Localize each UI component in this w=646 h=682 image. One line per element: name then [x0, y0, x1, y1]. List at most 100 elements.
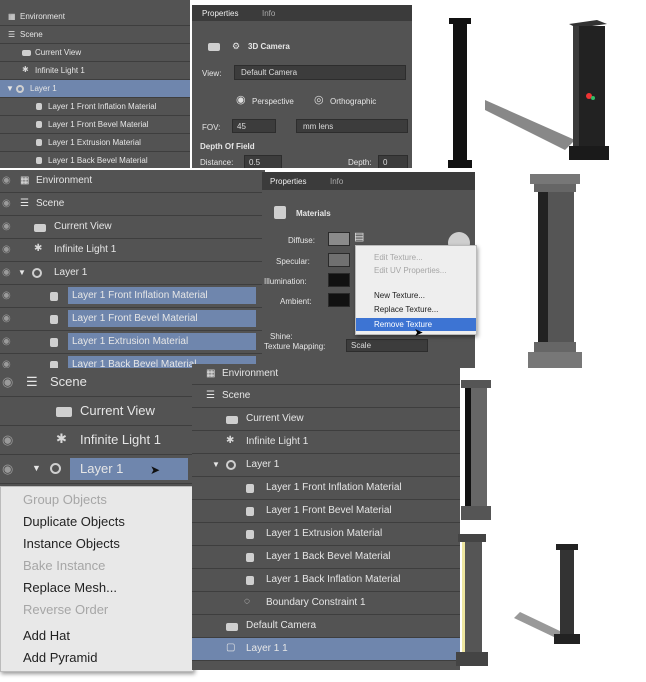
layer-row-material[interactable]: Layer 1 Extrusion Material: [0, 134, 190, 152]
layer-row-scene[interactable]: ◉ ☰ Scene: [0, 193, 265, 216]
chevron-down-icon[interactable]: ▼: [212, 460, 220, 469]
gear-icon[interactable]: ⚙: [232, 41, 240, 52]
menu-item-replace-texture[interactable]: Replace Texture...: [356, 304, 476, 316]
layer-row-material[interactable]: Layer 1 Front Bevel Material: [192, 500, 460, 523]
menu-item-edit-uv[interactable]: Edit UV Properties...: [356, 265, 476, 277]
pillar-preview-2: [485, 18, 615, 168]
menu-item-group-objects[interactable]: Group Objects: [1, 489, 193, 511]
layer-row-current-view[interactable]: Current View: [0, 44, 190, 62]
layer-row-material[interactable]: Layer 1 Front Inflation Material: [192, 477, 460, 500]
perspective-option[interactable]: Perspective: [252, 97, 294, 106]
tab-info[interactable]: Info: [262, 9, 275, 18]
light-icon: ✱: [226, 435, 235, 446]
layer-row-infinite-light[interactable]: ◉ ✱ Infinite Light 1: [0, 239, 265, 262]
eye-icon[interactable]: ◉: [2, 175, 11, 186]
distance-field[interactable]: 0.5: [244, 155, 282, 168]
chevron-down-icon[interactable]: ▼: [32, 463, 41, 473]
menu-item-label: Instance Objects: [23, 536, 120, 551]
environment-icon: ▦: [8, 12, 16, 21]
view-select[interactable]: Default Camera: [234, 65, 406, 80]
layer-row-default-camera[interactable]: Default Camera: [192, 615, 460, 638]
pillar-graphic: [528, 174, 582, 368]
diffuse-color-swatch[interactable]: [328, 232, 350, 246]
layer-row-material[interactable]: ◉ Layer 1 Extrusion Material: [0, 331, 265, 354]
layer-row-environment[interactable]: ▦ Environment: [192, 364, 460, 385]
menu-item-duplicate-objects[interactable]: Duplicate Objects: [1, 511, 193, 533]
eye-icon[interactable]: ◉: [2, 198, 11, 209]
layer-row-layer-1[interactable]: ◉ ▼ Layer 1 ➤: [0, 455, 192, 484]
material-icon: [50, 292, 58, 301]
menu-item-new-texture[interactable]: New Texture...: [356, 290, 476, 302]
menu-item-add-pyramid[interactable]: Add Pyramid: [1, 647, 193, 669]
eye-icon[interactable]: ◉: [2, 290, 11, 301]
layers-panel-1: ▦ Environment ☰ Scene Current View ✱ Inf…: [0, 0, 190, 168]
layer-row-environment[interactable]: ◉ ▦ Environment: [0, 170, 265, 193]
chevron-down-icon[interactable]: ▼: [18, 268, 26, 277]
scene-icon: ☰: [26, 374, 38, 389]
chevron-down-icon[interactable]: ▼: [6, 84, 14, 93]
specular-color-swatch[interactable]: [328, 253, 350, 267]
eye-icon[interactable]: ◉: [2, 221, 11, 232]
fov-field[interactable]: 45: [232, 119, 276, 133]
layer-row-layer-1-1[interactable]: ▢ Layer 1 1: [192, 638, 460, 661]
menu-item-edit-texture[interactable]: Edit Texture...: [356, 252, 476, 264]
lens-select[interactable]: mm lens: [296, 119, 408, 133]
menu-item-label: Replace Texture...: [374, 305, 439, 314]
layer-label: Layer 1 Extrusion Material: [48, 138, 141, 147]
eye-icon[interactable]: ◉: [2, 461, 13, 477]
layer-row-material[interactable]: ◉ Layer 1 Front Bevel Material: [0, 308, 265, 331]
layer-row-material[interactable]: Layer 1 Back Inflation Material: [192, 569, 460, 592]
ambient-color-swatch[interactable]: [328, 293, 350, 307]
layer-row-material[interactable]: Layer 1 Front Bevel Material: [0, 116, 190, 134]
mesh-icon: [50, 463, 61, 474]
eye-icon[interactable]: ◉: [2, 432, 13, 448]
layer-row-material[interactable]: Layer 1 Extrusion Material: [192, 523, 460, 546]
layer-row-current-view[interactable]: Current View: [192, 408, 460, 431]
menu-item-instance-objects[interactable]: Instance Objects: [1, 533, 193, 555]
texture-menu-icon[interactable]: ▤: [354, 230, 364, 243]
layer-row-boundary-constraint[interactable]: ◌ Boundary Constraint 1: [192, 592, 460, 615]
illumination-label: Illumination:: [264, 277, 307, 286]
eye-icon[interactable]: ◉: [2, 336, 11, 347]
layer-row-material[interactable]: ◉ Layer 1 Front Inflation Material: [0, 285, 265, 308]
layer-row-material[interactable]: Layer 1 Back Bevel Material: [0, 152, 190, 168]
pillar-graphic: [448, 18, 472, 168]
layer-label: Layer 1 Back Bevel Material: [266, 551, 391, 562]
layer-row-layer-1[interactable]: ▼ Layer 1: [0, 80, 190, 98]
depth-field[interactable]: 0: [378, 155, 408, 168]
orthographic-option[interactable]: Orthographic: [330, 97, 376, 106]
layer-row-current-view[interactable]: ◉ Current View: [0, 216, 265, 239]
layer-row-infinite-light[interactable]: ✱ Infinite Light 1: [0, 62, 190, 80]
layer-row-current-view[interactable]: Current View: [0, 397, 192, 426]
layer-label: Scene: [222, 390, 251, 401]
layer-row-scene[interactable]: ☰ Scene: [0, 26, 190, 44]
layer-row-environment[interactable]: ▦ Environment: [0, 8, 190, 26]
layer-row-material[interactable]: Layer 1 Back Bevel Material: [192, 546, 460, 569]
menu-item-replace-mesh[interactable]: Replace Mesh...: [1, 577, 193, 599]
layer-row-layer-1[interactable]: ▼ Layer 1: [192, 454, 460, 477]
menu-item-reverse-order[interactable]: Reverse Order: [1, 599, 193, 621]
eye-icon[interactable]: ◉: [2, 267, 11, 278]
tab-properties[interactable]: Properties: [270, 177, 306, 186]
tab-info[interactable]: Info: [330, 177, 343, 186]
layer-row-infinite-light[interactable]: ✱ Infinite Light 1: [192, 431, 460, 454]
layer-row-infinite-light[interactable]: ◉ ✱ Infinite Light 1: [0, 426, 192, 455]
panel-title: 3D Camera: [248, 42, 290, 51]
menu-item-add-hat[interactable]: Add Hat: [1, 625, 193, 647]
eye-icon[interactable]: ◉: [2, 244, 11, 255]
eye-icon[interactable]: ◉: [2, 374, 13, 390]
layer-row-layer-1[interactable]: ◉ ▼ Layer 1: [0, 262, 265, 285]
tab-properties[interactable]: Properties: [202, 9, 238, 18]
layer-row-scene[interactable]: ◉ ☰ Scene: [0, 368, 192, 397]
illumination-color-swatch[interactable]: [328, 273, 350, 287]
camera-icon: [22, 50, 31, 56]
orthographic-icon[interactable]: ◎: [314, 93, 324, 106]
eye-icon[interactable]: ◉: [2, 313, 11, 324]
layer-row-scene[interactable]: ☰ Scene: [192, 385, 460, 408]
camera-icon: [56, 407, 72, 417]
layer-row-material[interactable]: Layer 1 Front Inflation Material: [0, 98, 190, 116]
perspective-icon[interactable]: ◉: [236, 93, 246, 106]
menu-item-bake-instance[interactable]: Bake Instance: [1, 555, 193, 577]
menu-item-label: Reverse Order: [23, 602, 109, 617]
texture-mapping-select[interactable]: Scale: [346, 339, 428, 352]
